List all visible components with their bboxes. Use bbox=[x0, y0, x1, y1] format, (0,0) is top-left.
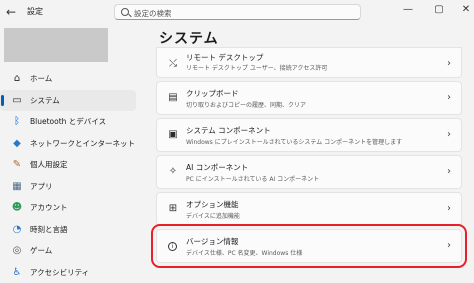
sidebar-item-label: アプリ bbox=[30, 181, 53, 192]
sidebar-item-accounts[interactable]: ☻ アカウント bbox=[0, 197, 136, 219]
sidebar-item-system[interactable]: ▭ システム bbox=[0, 90, 136, 112]
clipboard-icon: ▤ bbox=[167, 92, 179, 103]
gamepad-icon: ◎ bbox=[11, 245, 23, 256]
minimize-icon[interactable]: — bbox=[401, 4, 415, 15]
setting-description: リモート デスクトップ ユーザー、接続アクセス許可 bbox=[186, 63, 327, 72]
account-icon: ☻ bbox=[11, 202, 23, 213]
home-icon: ⌂ bbox=[11, 73, 23, 84]
info-icon: i bbox=[168, 242, 177, 251]
setting-title: クリップボード bbox=[186, 88, 239, 99]
sidebar-item-label: 時刻と言語 bbox=[30, 224, 68, 235]
sidebar-item-apps[interactable]: ▦ アプリ bbox=[0, 176, 136, 198]
setting-description: PC にインストールされている AI コンポーネント bbox=[186, 174, 319, 183]
sidebar-item-label: ホーム bbox=[30, 73, 52, 84]
setting-description: デバイスに追加機能 bbox=[186, 211, 240, 220]
setting-title: システム コンポーネント bbox=[186, 125, 271, 136]
sidebar-item-label: アカウント bbox=[30, 202, 68, 213]
page-title: システム bbox=[159, 28, 219, 48]
ai-sparkle-icon: ✧ bbox=[167, 166, 179, 177]
brush-icon: ✎ bbox=[11, 159, 23, 170]
optional-features-icon: ⊞ bbox=[167, 203, 179, 214]
settings-list: ⤯ リモート デスクトップ リモート デスクトップ ユーザー、接続アクセス許可 … bbox=[156, 47, 462, 266]
setting-title: リモート デスクトップ bbox=[186, 52, 263, 63]
monitor-icon: ▭ bbox=[11, 95, 23, 106]
search-icon bbox=[121, 8, 129, 16]
sidebar-item-label: アクセシビリティ bbox=[30, 267, 89, 278]
account-avatar-banner[interactable] bbox=[4, 28, 108, 62]
system-components-icon: ▣ bbox=[167, 129, 179, 140]
sidebar-item-label: 個人用設定 bbox=[30, 159, 68, 170]
setting-system-components[interactable]: ▣ システム コンポーネント Windows にプレインストールされているシステ… bbox=[156, 118, 462, 152]
chevron-right-icon: › bbox=[447, 203, 451, 214]
chevron-right-icon: › bbox=[447, 129, 451, 140]
sidebar-nav: ⌂ ホーム ▭ システム ᛒ Bluetooth とデバイス ◆ ネットワークと… bbox=[0, 68, 140, 283]
bluetooth-icon: ᛒ bbox=[11, 116, 23, 127]
close-icon[interactable]: ✕ bbox=[459, 4, 473, 15]
sidebar-item-personalization[interactable]: ✎ 個人用設定 bbox=[0, 154, 136, 176]
remote-desktop-icon: ⤯ bbox=[167, 58, 179, 69]
setting-remote-desktop[interactable]: ⤯ リモート デスクトップ リモート デスクトップ ユーザー、接続アクセス許可 … bbox=[156, 47, 462, 78]
app-title: 設定 bbox=[27, 6, 43, 17]
search-box[interactable] bbox=[114, 4, 361, 20]
sidebar-item-home[interactable]: ⌂ ホーム bbox=[0, 68, 136, 90]
sidebar-item-network[interactable]: ◆ ネットワークとインターネット bbox=[0, 133, 136, 155]
network-icon: ◆ bbox=[11, 138, 23, 149]
setting-ai-components[interactable]: ✧ AI コンポーネント PC にインストールされている AI コンポーネント … bbox=[156, 155, 462, 189]
globe-clock-icon: ◔ bbox=[11, 224, 23, 235]
sidebar-item-label: ゲーム bbox=[30, 245, 52, 256]
setting-optional-features[interactable]: ⊞ オプション機能 デバイスに追加機能 › bbox=[156, 192, 462, 226]
maximize-icon[interactable]: ▢ bbox=[432, 4, 446, 15]
setting-description: デバイス仕様、PC 名変更、Windows 仕様 bbox=[186, 248, 302, 257]
search-input[interactable] bbox=[132, 6, 356, 20]
chevron-right-icon: › bbox=[447, 166, 451, 177]
back-arrow-icon[interactable]: ← bbox=[6, 5, 16, 19]
sidebar-item-label: システム bbox=[30, 95, 60, 106]
setting-title: バージョン情報 bbox=[186, 236, 238, 247]
setting-about[interactable]: i バージョン情報 デバイス仕様、PC 名変更、Windows 仕様 › bbox=[156, 229, 462, 263]
setting-description: 切り取りおよびコピーの履歴、同期、クリア bbox=[186, 100, 306, 109]
setting-title: オプション機能 bbox=[186, 199, 239, 210]
setting-description: Windows にプレインストールされているシステム コンポーネントを管理します bbox=[186, 137, 402, 146]
title-bar: ← 設定 — ▢ ✕ bbox=[0, 0, 474, 24]
accessibility-icon: ♿ bbox=[11, 267, 23, 278]
sidebar-item-accessibility[interactable]: ♿ アクセシビリティ bbox=[0, 262, 136, 283]
chevron-right-icon: › bbox=[447, 240, 451, 251]
setting-clipboard[interactable]: ▤ クリップボード 切り取りおよびコピーの履歴、同期、クリア › bbox=[156, 81, 462, 115]
setting-title: AI コンポーネント bbox=[186, 162, 248, 173]
sidebar-item-gaming[interactable]: ◎ ゲーム bbox=[0, 240, 136, 262]
apps-icon: ▦ bbox=[11, 181, 23, 192]
chevron-right-icon: › bbox=[447, 58, 451, 69]
sidebar-item-bluetooth[interactable]: ᛒ Bluetooth とデバイス bbox=[0, 111, 136, 133]
sidebar-item-time-language[interactable]: ◔ 時刻と言語 bbox=[0, 219, 136, 241]
sidebar-item-label: ネットワークとインターネット bbox=[30, 138, 135, 149]
sidebar-item-label: Bluetooth とデバイス bbox=[30, 116, 106, 127]
chevron-right-icon: › bbox=[447, 92, 451, 103]
